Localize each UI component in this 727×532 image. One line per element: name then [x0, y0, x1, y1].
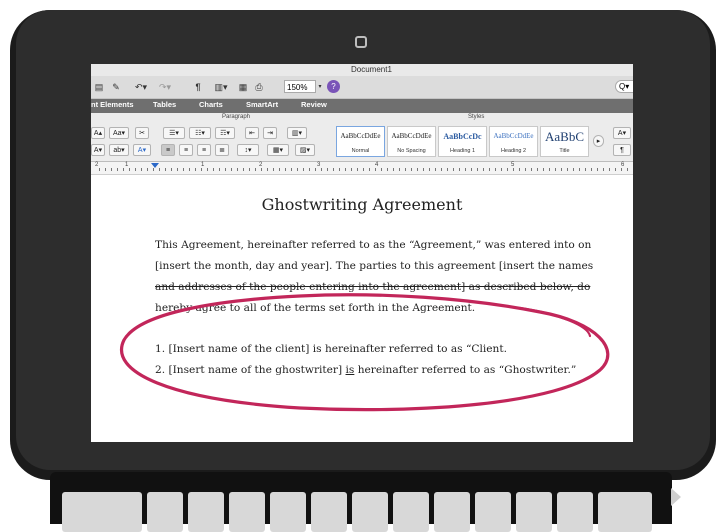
format-painter-icon[interactable]: ✎ — [109, 80, 123, 94]
indent-marker[interactable] — [151, 163, 159, 168]
font-size-up-icon[interactable]: A▴ — [91, 127, 105, 139]
styles-group-label: Styles — [468, 114, 485, 120]
title-bar: Document1 — [91, 64, 633, 76]
zoom-select[interactable]: 150% — [284, 80, 316, 93]
sidebar-toggle-icon[interactable]: ▥▾ — [211, 80, 231, 94]
ruler-number: 1 — [201, 162, 205, 168]
borders-icon[interactable]: ▦▾ — [267, 144, 289, 156]
arrow-right-icon — [671, 488, 681, 506]
webcam-icon — [355, 36, 367, 48]
keyboard-key — [393, 492, 429, 532]
keyboard — [50, 472, 672, 532]
align-center-icon[interactable]: ≡ — [179, 144, 193, 156]
ruler-number: 6 — [621, 162, 625, 168]
style-normal[interactable]: AaBbCcDdEe Normal — [336, 126, 385, 157]
help-button[interactable]: ? — [327, 80, 340, 93]
increase-indent-icon[interactable]: ⇥ — [263, 127, 277, 139]
tab-smartart[interactable]: SmartArt — [246, 100, 278, 109]
list-item: 1. [Insert name of the client] is herein… — [155, 343, 508, 355]
list-item-text: hereinafter referred to as “Ghostwriter.… — [354, 364, 577, 376]
undo-icon[interactable]: ↶▾ — [131, 80, 151, 94]
paragraph-line: and addresses of the people entering int… — [155, 281, 591, 293]
keyboard-key — [270, 492, 306, 532]
paragraph-line: [insert the month, day and year]. The pa… — [155, 260, 594, 272]
style-sample-heading-2: AaBbCcDdEe — [493, 132, 534, 140]
ruler-number: 2 — [95, 162, 99, 168]
keyboard-key — [229, 492, 265, 532]
decrease-indent-icon[interactable]: ⇤ — [245, 127, 259, 139]
paragraph-group-label: Paragraph — [222, 114, 251, 120]
show-paragraph-marks-button[interactable]: ¶ — [193, 80, 203, 94]
ribbon-panel: Paragraph Styles A▴ Aa▾ ✂ A▾ ab▾ A▾ ☰▾ ☷… — [91, 113, 633, 162]
clear-formatting-icon[interactable]: ✂ — [135, 127, 149, 139]
redo-icon[interactable]: ↷▾ — [155, 80, 175, 94]
ribbon-tabs: nt Elements Tables Charts SmartArt Revie… — [91, 99, 633, 113]
style-sample-heading-1: AaBbCcDc — [443, 132, 482, 141]
style-heading-1[interactable]: AaBbCcDc Heading 1 — [438, 126, 487, 157]
style-heading-2[interactable]: AaBbCcDdEe Heading 2 — [489, 126, 538, 157]
tab-document-elements[interactable]: nt Elements — [91, 100, 134, 109]
style-name-heading-2: Heading 2 — [500, 148, 527, 154]
style-name-no-spacing: No Spacing — [397, 148, 426, 154]
style-no-spacing[interactable]: AaBbCcDdEe No Spacing — [387, 126, 436, 157]
window-title: Document1 — [351, 65, 392, 74]
ruler-number: 1 — [125, 162, 129, 168]
keyboard-key — [475, 492, 511, 532]
document-heading: Ghostwriting Agreement — [261, 195, 463, 214]
style-title[interactable]: AaBbC Title — [540, 126, 589, 157]
style-sample-normal: AaBbCcDdEe — [340, 132, 381, 140]
justify-icon[interactable]: ≣ — [215, 144, 229, 156]
paragraph-line: hereby agree to all of the terms set for… — [155, 302, 476, 314]
ruler-ticks — [99, 168, 629, 171]
change-case-icon[interactable]: Aa▾ — [109, 127, 129, 139]
laptop-screen: Document1 ▤ ✎ ↶▾ ↷▾ ¶ ▥▾ ▦ ⎙ 150% ▾ ? Q▾… — [91, 64, 633, 442]
keyboard-key — [598, 492, 652, 532]
tab-charts[interactable]: Charts — [199, 100, 223, 109]
tab-review[interactable]: Review — [301, 100, 327, 109]
list-item-text: 2. [Insert name of the ghostwriter] — [155, 364, 346, 376]
style-name-heading-1: Heading 1 — [449, 148, 476, 154]
align-right-icon[interactable]: ≡ — [197, 144, 211, 156]
tab-tables[interactable]: Tables — [153, 100, 176, 109]
keyboard-key — [147, 492, 183, 532]
text-effects-icon[interactable]: A▾ — [91, 144, 105, 156]
horizontal-ruler[interactable]: 2 1 1 2 3 4 5 6 — [91, 162, 633, 175]
style-name-title: Title — [559, 148, 570, 154]
shading-icon[interactable]: ▨▾ — [295, 144, 315, 156]
styles-pane-icon[interactable]: ¶ — [613, 144, 631, 156]
search-field[interactable]: Q▾ — [615, 80, 633, 93]
keyboard-key — [106, 492, 142, 532]
bullets-icon[interactable]: ☰▾ — [163, 127, 185, 139]
numbering-icon[interactable]: ☷▾ — [189, 127, 211, 139]
keyboard-key — [516, 492, 552, 532]
style-sample-no-spacing: AaBbCcDdEe — [391, 132, 432, 140]
keyboard-key — [557, 492, 593, 532]
text-direction-icon[interactable]: A▾ — [613, 127, 631, 139]
save-icon[interactable]: ▤ — [93, 80, 105, 94]
highlight-icon[interactable]: ab▾ — [109, 144, 129, 156]
style-name-normal: Normal — [351, 148, 370, 154]
styles-next-icon[interactable]: ▸ — [593, 135, 604, 147]
keyboard-key — [352, 492, 388, 532]
standard-toolbar: ▤ ✎ ↶▾ ↷▾ ¶ ▥▾ ▦ ⎙ 150% ▾ ? Q▾ — [91, 76, 633, 99]
ruler-number: 5 — [511, 162, 515, 168]
keyboard-key — [188, 492, 224, 532]
line-spacing-icon[interactable]: ↕▾ — [237, 144, 259, 156]
keyboard-key — [434, 492, 470, 532]
document-page[interactable]: Ghostwriting Agreement This Agreement, h… — [91, 175, 633, 442]
ruler-number: 3 — [317, 162, 321, 168]
list-item: 2. [Insert name of the ghostwriter] is h… — [155, 360, 595, 381]
multilevel-list-icon[interactable]: ☶▾ — [215, 127, 235, 139]
style-sample-title: AaBbC — [545, 129, 584, 144]
print-icon[interactable]: ⎙ — [253, 80, 265, 94]
gallery-icon[interactable]: ▦ — [237, 80, 249, 94]
columns-icon[interactable]: ▥▾ — [287, 127, 307, 139]
font-color-icon[interactable]: A▾ — [133, 144, 151, 156]
ruler-number: 2 — [259, 162, 263, 168]
ruler-number: 4 — [375, 162, 379, 168]
keyboard-key — [311, 492, 347, 532]
chevron-down-icon[interactable]: ▾ — [317, 80, 323, 94]
align-left-icon[interactable]: ≡ — [161, 144, 175, 156]
paragraph-line: This Agreement, hereinafter referred to … — [155, 239, 592, 251]
